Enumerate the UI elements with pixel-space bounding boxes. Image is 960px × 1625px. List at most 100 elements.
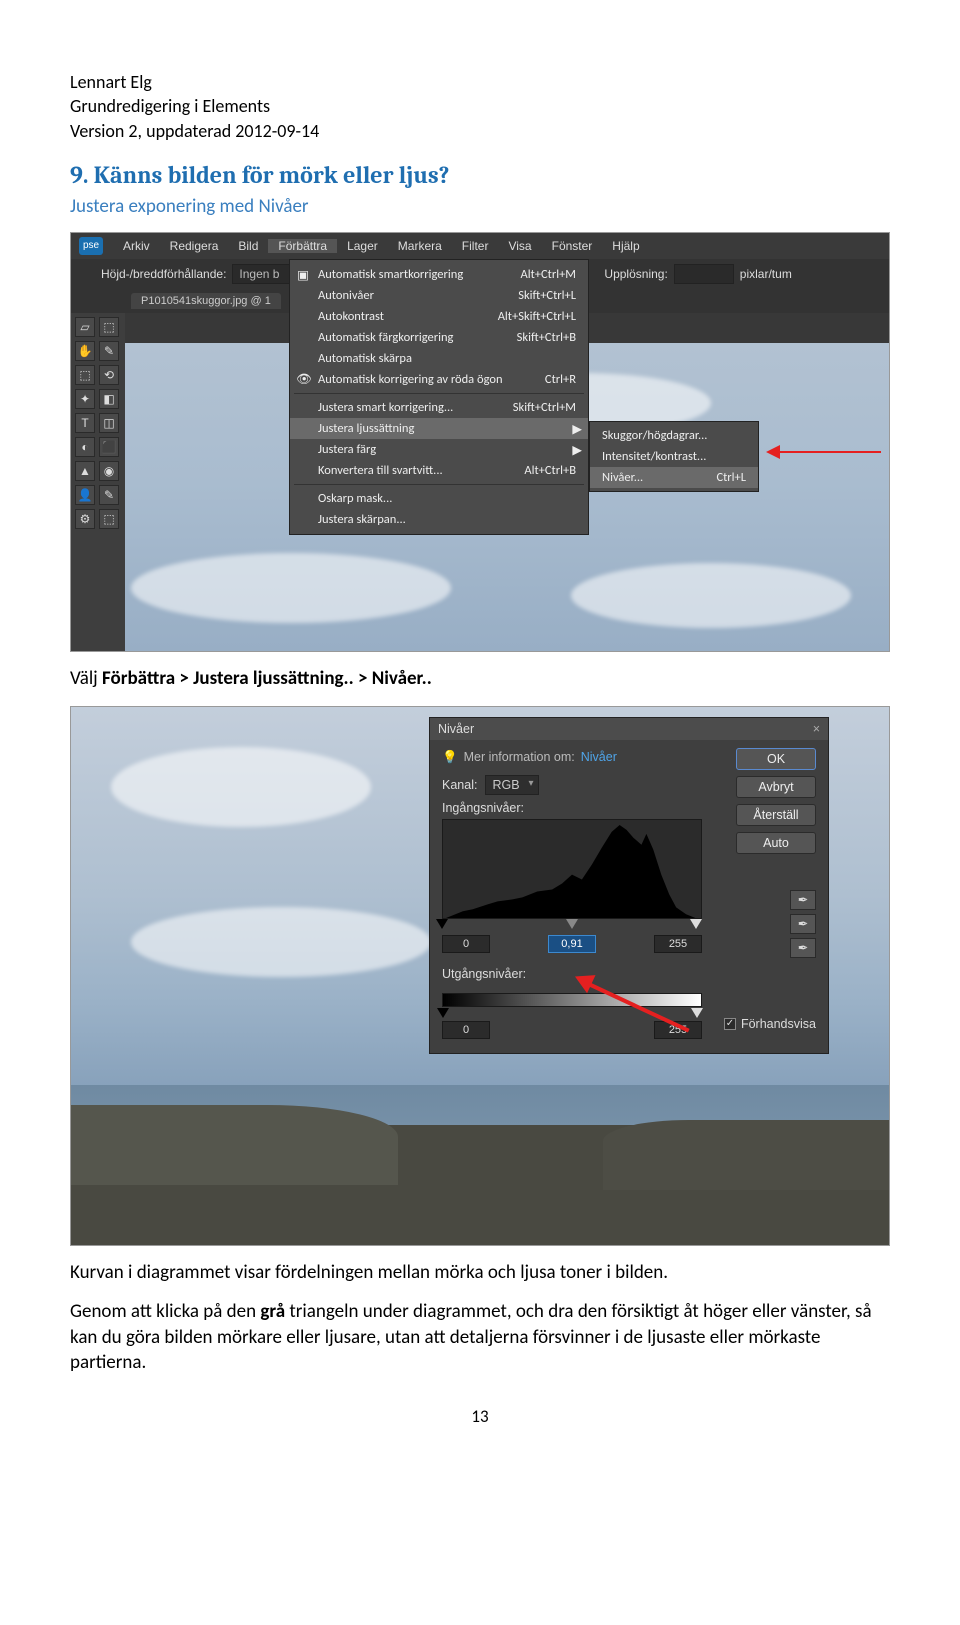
tool-icon[interactable]: ✋	[75, 341, 95, 361]
tool-icon[interactable]: ⟲	[99, 365, 119, 385]
toolbox: ▱ ⬚ ✋ ✎ ⬚ ⟲ ✦ ◧ T ◫ ◐ ⬛ ▲ ◉ 👤 ✎ ⚙ ⬚	[71, 313, 125, 652]
author-line: Lennart Elg	[70, 70, 890, 94]
tool-icon[interactable]: ◐	[75, 437, 95, 457]
menu-fonster[interactable]: Fönster	[542, 239, 603, 253]
menu-autoskarpa[interactable]: Automatisk skärpa	[290, 348, 588, 369]
tool-icon[interactable]: ⬚	[75, 365, 95, 385]
app-badge: pse	[79, 237, 103, 255]
page-number: 13	[70, 1406, 890, 1427]
menu-justera-smart[interactable]: Justera smart korrigering...Skift+Ctrl+M	[290, 397, 588, 418]
ok-button[interactable]: OK	[736, 748, 816, 770]
menu-hjalp[interactable]: Hjälp	[602, 239, 649, 253]
levels-dialog: Nivåer × 💡 Mer information om: Nivåer OK…	[429, 717, 829, 1054]
instruction-1: Välj Förbättra > Justera ljussättning.. …	[70, 666, 890, 692]
annotation-arrow-icon	[771, 451, 881, 453]
thumbnail-icon: ▣	[296, 267, 310, 283]
output-white-slider[interactable]	[691, 1008, 703, 1024]
submenu-arrow-icon: ▶	[572, 442, 582, 458]
eyedropper-group: ✒ ✒ ✒	[790, 890, 816, 958]
submenu-intensitet[interactable]: Intensitet/kontrast...	[590, 446, 758, 467]
menu-bild[interactable]: Bild	[228, 239, 268, 253]
tool-icon[interactable]: ⬚	[99, 509, 119, 529]
menu-justera-farg[interactable]: Justera färg▶	[290, 439, 588, 460]
menu-filter[interactable]: Filter	[452, 239, 499, 253]
screenshot-levels: Nivåer × 💡 Mer information om: Nivåer OK…	[70, 706, 890, 1246]
input-gamma-field[interactable]: 0,91	[548, 935, 596, 953]
resolution-field[interactable]	[674, 264, 734, 284]
tool-icon[interactable]: ⚙	[75, 509, 95, 529]
auto-button[interactable]: Auto	[736, 832, 816, 854]
black-eyedropper-icon[interactable]: ✒	[790, 890, 816, 910]
close-icon[interactable]: ×	[813, 722, 820, 736]
output-gradient[interactable]	[442, 993, 702, 1007]
white-point-slider[interactable]	[690, 919, 702, 935]
tool-icon[interactable]: ◧	[99, 389, 119, 409]
histogram	[442, 819, 702, 919]
channel-select[interactable]: RGB	[485, 775, 538, 795]
menu-oskarp-mask[interactable]: Oskarp mask...	[290, 488, 588, 509]
info-label: Mer information om:	[464, 750, 575, 764]
app-menubar: pse Arkiv Redigera Bild Förbättra Lager …	[71, 233, 889, 259]
input-black-field[interactable]: 0	[442, 935, 490, 953]
resolution-label: Upplösning:	[604, 267, 667, 281]
lightbulb-icon: 💡	[442, 750, 458, 765]
dialog-titlebar: Nivåer ×	[430, 718, 828, 740]
menu-justera-ljus[interactable]: Justera ljussättning▶	[290, 418, 588, 439]
menu-svartvitt[interactable]: Konvertera till svartvitt...Alt+Ctrl+B	[290, 460, 588, 481]
preview-label: Förhandsvisa	[741, 1017, 816, 1031]
gray-eyedropper-icon[interactable]: ✒	[790, 914, 816, 934]
tool-icon[interactable]: ◉	[99, 461, 119, 481]
output-black-slider[interactable]	[437, 1008, 449, 1024]
menu-lager[interactable]: Lager	[337, 239, 388, 253]
menu-markera[interactable]: Markera	[388, 239, 452, 253]
paragraph-gray-triangle: Genom att klicka på den grå triangeln un…	[70, 1299, 890, 1376]
black-point-slider[interactable]	[436, 919, 448, 935]
submenu-skuggor[interactable]: Skuggor/högdagrar...	[590, 425, 758, 446]
tool-icon[interactable]: ✎	[99, 485, 119, 505]
redeye-icon: 👁	[296, 372, 310, 387]
input-sliders[interactable]	[442, 919, 702, 933]
tool-icon[interactable]: ✎	[99, 341, 119, 361]
aspect-ratio-value[interactable]: Ingen b	[232, 264, 292, 284]
menu-visa[interactable]: Visa	[498, 239, 541, 253]
tool-icon[interactable]: ⬛	[99, 437, 119, 457]
menu-auto-smart[interactable]: ▣Automatisk smartkorrigeringAlt+Ctrl+M	[290, 264, 588, 285]
preview-checkbox[interactable]: ✓	[724, 1018, 736, 1030]
white-eyedropper-icon[interactable]: ✒	[790, 938, 816, 958]
tool-icon[interactable]: ✦	[75, 389, 95, 409]
tool-icon[interactable]: 👤	[75, 485, 95, 505]
menu-autofarg[interactable]: Automatisk färgkorrigeringSkift+Ctrl+B	[290, 327, 588, 348]
menu-autokontrast[interactable]: AutokontrastAlt+Skift+Ctrl+L	[290, 306, 588, 327]
tool-icon[interactable]: ▲	[75, 461, 95, 481]
reset-button[interactable]: Återställ	[736, 804, 816, 826]
ljussattning-submenu: Skuggor/högdagrar... Intensitet/kontrast…	[589, 421, 759, 492]
input-white-field[interactable]: 255	[654, 935, 702, 953]
menu-autonivaer[interactable]: AutonivåerSkift+Ctrl+L	[290, 285, 588, 306]
title-line: Grundredigering i Elements	[70, 94, 890, 118]
paragraph-curve: Kurvan i diagrammet visar fördelningen m…	[70, 1260, 890, 1286]
cancel-button[interactable]: Avbryt	[736, 776, 816, 798]
tool-icon[interactable]: ▱	[75, 317, 95, 337]
menu-forbattra[interactable]: Förbättra	[268, 239, 337, 253]
tool-icon[interactable]: T	[75, 413, 95, 433]
tool-icon[interactable]: ◫	[99, 413, 119, 433]
submenu-nivaer[interactable]: Nivåer...Ctrl+L	[590, 467, 758, 488]
aspect-ratio-label: Höjd-/breddförhållande:	[101, 267, 226, 281]
section-heading: 9. Känns bilden för mörk eller ljus?	[70, 161, 890, 189]
file-tab[interactable]: P1010541skuggor.jpg @ 1	[131, 293, 281, 309]
gamma-slider[interactable]	[566, 919, 578, 935]
menu-redigera[interactable]: Redigera	[160, 239, 229, 253]
dialog-title: Nivåer	[438, 722, 474, 736]
version-line: Version 2, uppdaterad 2012-09-14	[70, 119, 890, 143]
output-black-field[interactable]: 0	[442, 1021, 490, 1039]
screenshot-menu: pse Arkiv Redigera Bild Förbättra Lager …	[70, 232, 890, 652]
forbattra-dropdown: ▣Automatisk smartkorrigeringAlt+Ctrl+M A…	[289, 259, 589, 535]
info-link[interactable]: Nivåer	[581, 750, 617, 764]
menu-justera-skarpan[interactable]: Justera skärpan...	[290, 509, 588, 530]
resolution-unit: pixlar/tum	[740, 267, 792, 281]
menu-arkiv[interactable]: Arkiv	[113, 239, 160, 253]
document-header: Lennart Elg Grundredigering i Elements V…	[70, 70, 890, 143]
tool-icon[interactable]: ⬚	[99, 317, 119, 337]
section-subtitle: Justera exponering med Nivåer	[70, 195, 890, 218]
menu-redeye[interactable]: 👁Automatisk korrigering av röda ögonCtrl…	[290, 369, 588, 390]
